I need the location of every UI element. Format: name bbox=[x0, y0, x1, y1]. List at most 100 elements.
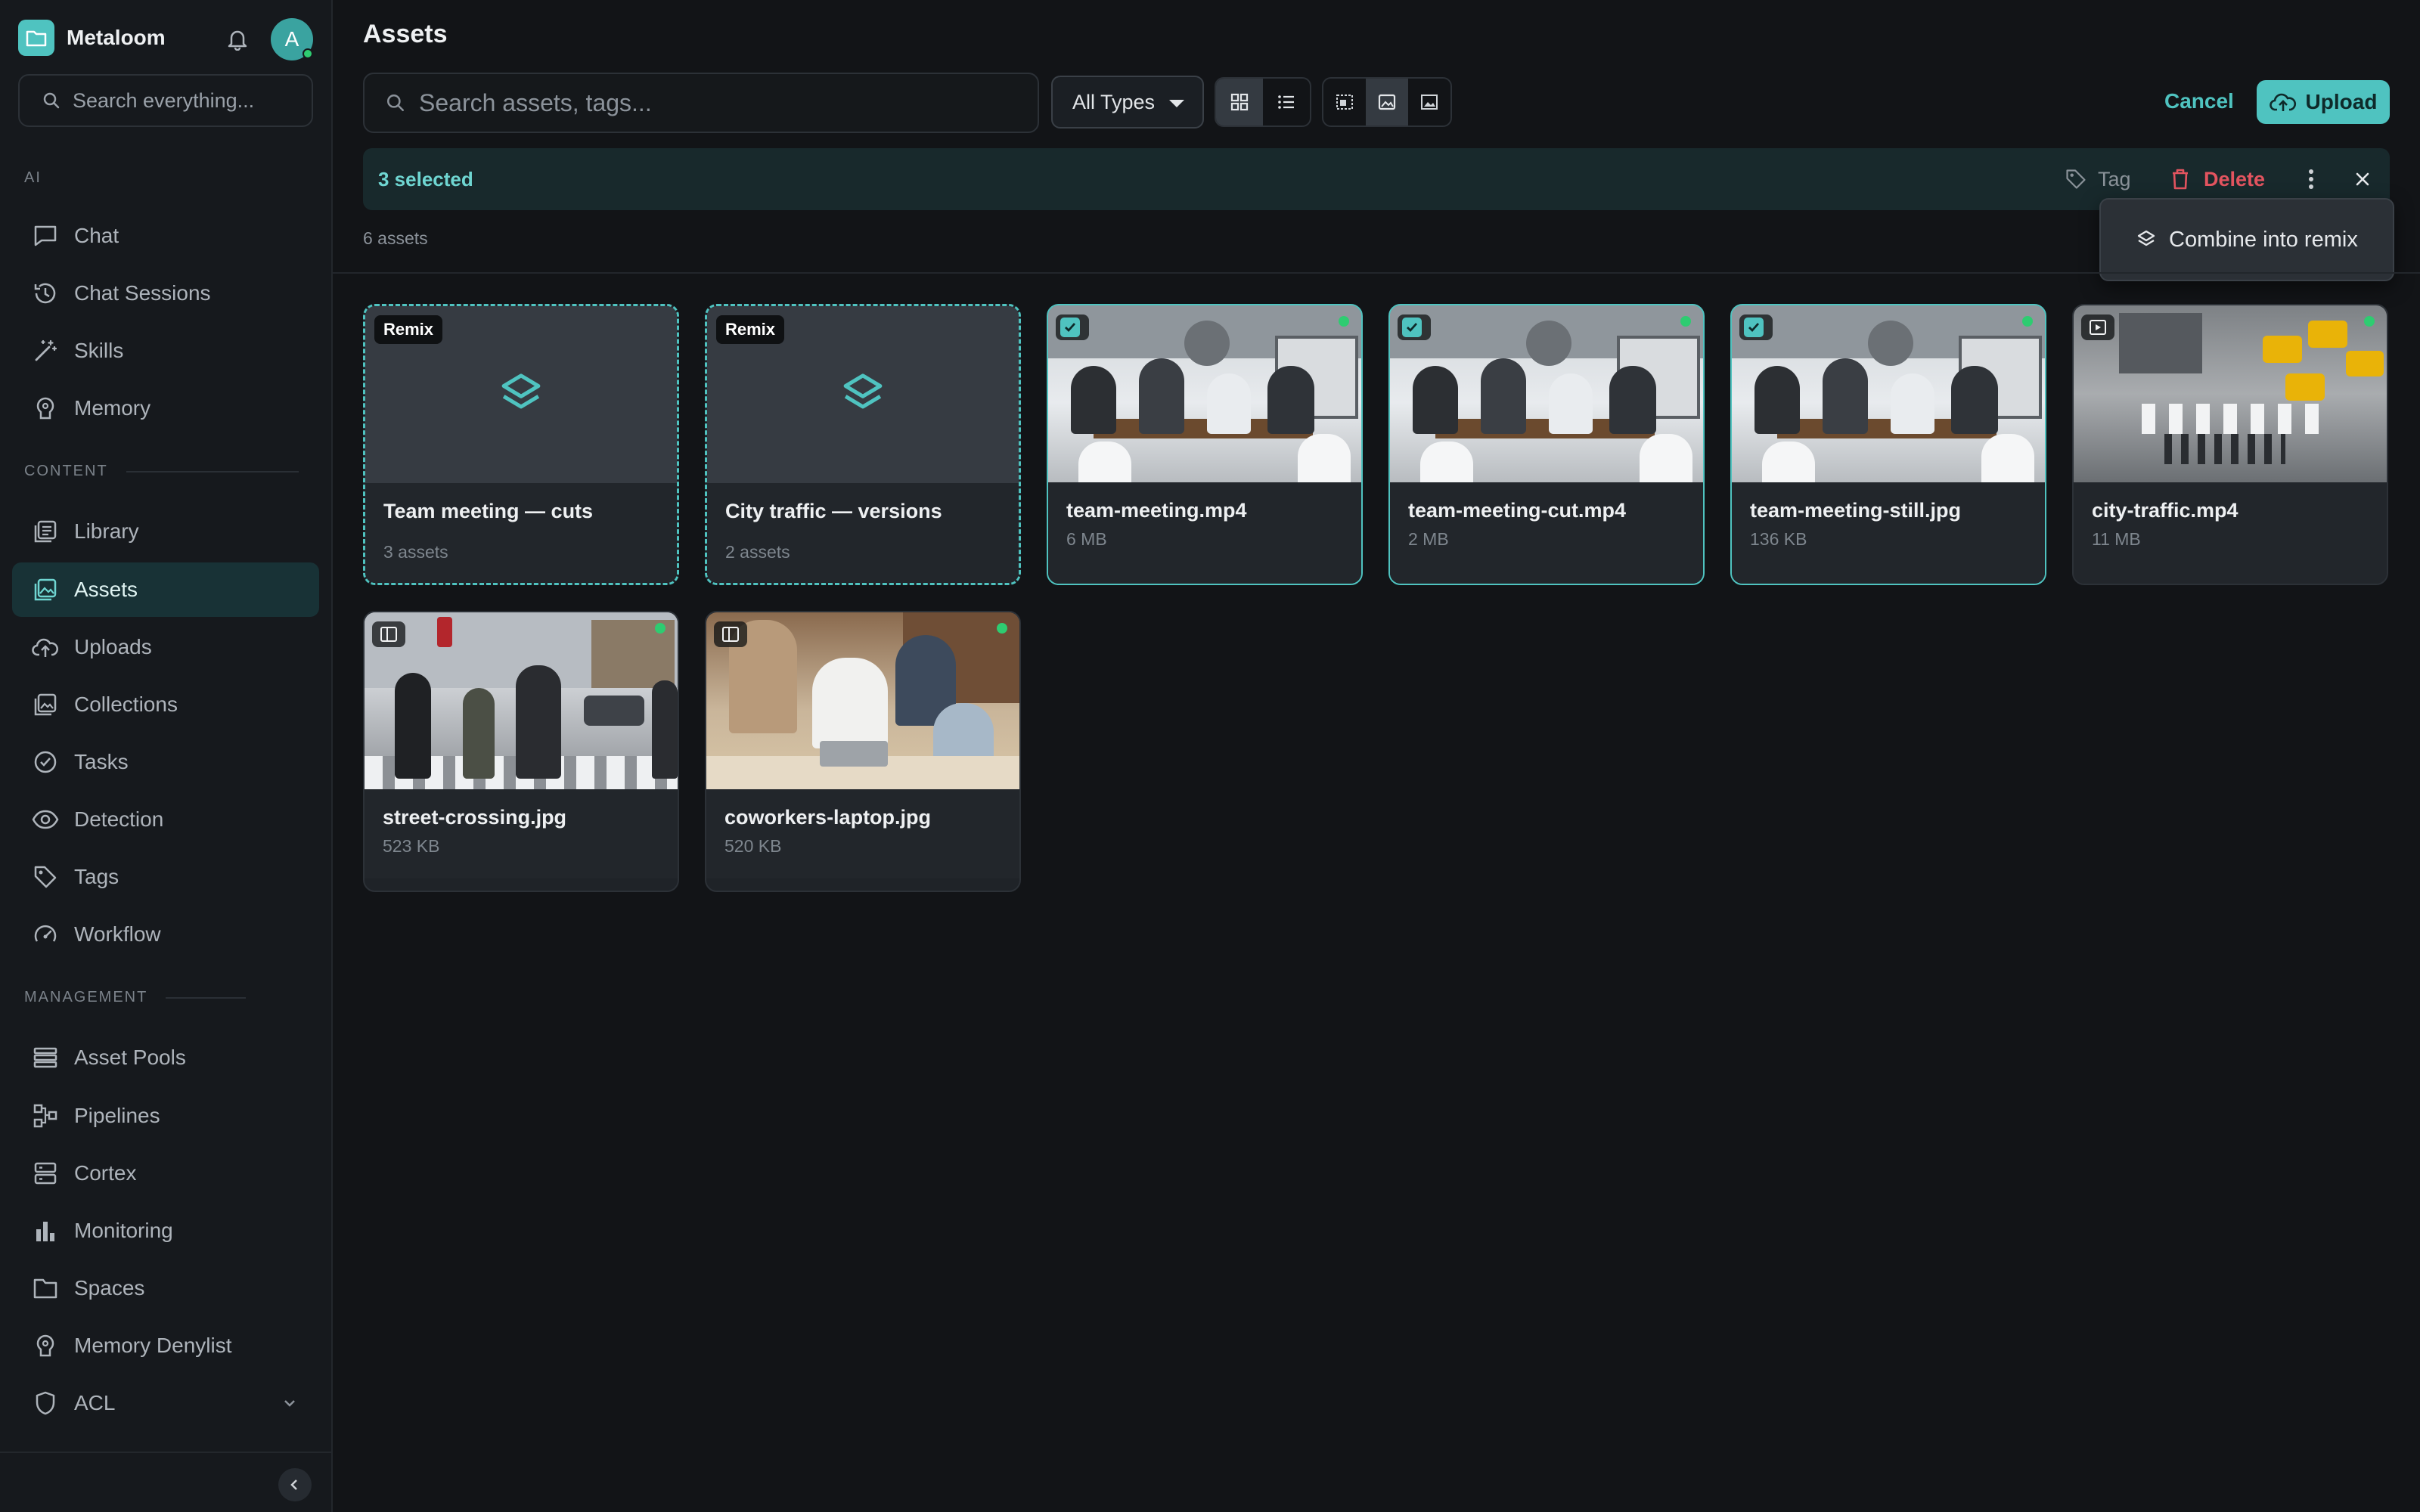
clear-selection-button[interactable] bbox=[2347, 163, 2378, 195]
header-divider bbox=[333, 272, 2420, 274]
sidebar-item-pipelines[interactable]: Pipelines bbox=[12, 1089, 319, 1143]
cancel-button[interactable]: Cancel bbox=[2164, 89, 2234, 113]
sidebar-item-chat-sessions[interactable]: Chat Sessions bbox=[12, 266, 319, 321]
search-icon bbox=[387, 94, 404, 111]
brain-icon bbox=[30, 393, 60, 423]
kebab-icon bbox=[2309, 169, 2313, 189]
card-size: 136 KB bbox=[1750, 529, 1807, 549]
card-meta: City traffic — versions 2 assets bbox=[707, 483, 1019, 583]
taxi bbox=[2308, 321, 2347, 348]
sidebar: Metaloom A Search everything... AI Chat … bbox=[0, 0, 333, 1512]
status-dot bbox=[1680, 316, 1691, 327]
sidebar-item-asset-pools[interactable]: Asset Pools bbox=[12, 1030, 319, 1085]
sidebar-item-tasks[interactable]: Tasks bbox=[12, 735, 319, 789]
global-search-input[interactable]: Search everything... bbox=[18, 74, 313, 127]
asset-card[interactable]: team-meeting-still.jpg 136 KB bbox=[1730, 304, 2046, 585]
asset-card[interactable]: coworkers-laptop.jpg 520 KB bbox=[705, 611, 1021, 892]
remix-thumbnail: Remix bbox=[365, 306, 677, 483]
chevron-down-icon[interactable] bbox=[281, 1393, 298, 1417]
collapse-sidebar-button[interactable] bbox=[278, 1468, 312, 1501]
sidebar-footer-divider bbox=[0, 1452, 333, 1453]
thumb-large-button[interactable] bbox=[1408, 79, 1450, 125]
collections-icon bbox=[30, 689, 60, 720]
sidebar-item-uploads[interactable]: Uploads bbox=[12, 620, 319, 674]
sidebar-item-assets[interactable]: Assets bbox=[12, 562, 319, 617]
remix-card[interactable]: Remix Team meeting — cuts 3 assets bbox=[363, 304, 679, 585]
asset-card[interactable]: street-crossing.jpg 523 KB bbox=[363, 611, 679, 892]
sidebar-item-acl[interactable]: ACL bbox=[12, 1376, 319, 1430]
combine-into-remix-menu-item[interactable]: Combine into remix bbox=[2099, 198, 2394, 281]
building bbox=[2119, 313, 2202, 373]
person bbox=[1071, 366, 1116, 434]
server-icon bbox=[30, 1158, 60, 1188]
sidebar-item-workflow[interactable]: Workflow bbox=[12, 907, 319, 962]
card-name: team-meeting.mp4 bbox=[1066, 499, 1247, 522]
list-view-button[interactable] bbox=[1263, 79, 1310, 125]
asset-search-input[interactable] bbox=[419, 88, 1009, 117]
card-name: City traffic — versions bbox=[725, 500, 942, 522]
bell-icon[interactable] bbox=[222, 24, 253, 54]
section-label-content-text: CONTENT bbox=[24, 463, 108, 479]
sidebar-item-cortex[interactable]: Cortex bbox=[12, 1146, 319, 1201]
sidebar-item-label: Chat bbox=[74, 224, 119, 247]
selection-checkbox[interactable] bbox=[1056, 314, 1089, 340]
tag-button[interactable]: Tag bbox=[2065, 163, 2131, 195]
sidebar-item-chat[interactable]: Chat bbox=[12, 209, 319, 263]
section-label-ai: AI bbox=[24, 169, 42, 187]
asset-card[interactable]: team-meeting.mp4 6 MB bbox=[1047, 304, 1363, 585]
layers-icon bbox=[2137, 230, 2155, 246]
eye-icon bbox=[30, 804, 60, 835]
person bbox=[1951, 366, 1998, 434]
sidebar-item-collections[interactable]: Collections bbox=[12, 677, 319, 732]
thumb-small-button[interactable] bbox=[1323, 79, 1366, 125]
taxi bbox=[2346, 351, 2384, 376]
upload-button[interactable]: Upload bbox=[2257, 80, 2390, 124]
person bbox=[516, 665, 561, 779]
selection-checkbox[interactable] bbox=[1398, 314, 1431, 340]
sidebar-item-skills[interactable]: Skills bbox=[12, 324, 319, 378]
sidebar-item-spaces[interactable]: Spaces bbox=[12, 1261, 319, 1315]
type-filter-select[interactable]: All Types bbox=[1051, 76, 1204, 129]
more-options-button[interactable] bbox=[2296, 163, 2326, 195]
remix-badge: Remix bbox=[374, 315, 443, 344]
thumb-medium-button[interactable] bbox=[1366, 79, 1408, 125]
cloud-upload-icon bbox=[30, 632, 60, 662]
asset-search-box[interactable] bbox=[363, 73, 1039, 133]
global-search-placeholder: Search everything... bbox=[73, 88, 255, 112]
selection-checkbox[interactable] bbox=[1739, 314, 1773, 340]
sidebar-item-memory[interactable]: Memory bbox=[12, 381, 319, 435]
person bbox=[933, 703, 994, 764]
sidebar-item-memory-denylist[interactable]: Memory Denylist bbox=[12, 1318, 319, 1373]
image-type-icon bbox=[714, 621, 747, 647]
sidebar-item-detection[interactable]: Detection bbox=[12, 792, 319, 847]
thumbnail-size-toggle bbox=[1322, 77, 1452, 127]
asset-card[interactable]: team-meeting-cut.mp4 2 MB bbox=[1388, 304, 1705, 585]
delete-button[interactable]: Delete bbox=[2170, 163, 2265, 195]
wand-icon bbox=[30, 336, 60, 366]
bar-chart-icon bbox=[30, 1216, 60, 1246]
card-size: 6 MB bbox=[1066, 529, 1107, 549]
app-name: Metaloom bbox=[67, 26, 166, 49]
asset-thumbnail bbox=[365, 612, 678, 789]
checkmark-icon bbox=[1060, 318, 1080, 337]
sidebar-item-tags[interactable]: Tags bbox=[12, 850, 319, 904]
section-divider bbox=[166, 996, 247, 999]
checkmark-icon bbox=[1744, 318, 1764, 337]
card-name: coworkers-laptop.jpg bbox=[724, 806, 932, 829]
chair bbox=[1640, 434, 1692, 482]
remix-card[interactable]: Remix City traffic — versions 2 assets bbox=[705, 304, 1021, 585]
brand[interactable]: Metaloom bbox=[18, 20, 166, 56]
asset-card[interactable]: city-traffic.mp4 11 MB bbox=[2072, 304, 2388, 585]
asset-thumbnail bbox=[1390, 305, 1703, 482]
sidebar-item-label: Pipelines bbox=[74, 1104, 160, 1127]
sidebar-item-library[interactable]: Library bbox=[12, 504, 319, 559]
status-dot bbox=[655, 623, 666, 634]
sidebar-item-label: Monitoring bbox=[74, 1219, 173, 1242]
layers-icon bbox=[501, 373, 541, 409]
type-filter-value: All Types bbox=[1072, 90, 1156, 113]
card-meta: team-meeting-cut.mp4 2 MB bbox=[1390, 482, 1703, 584]
sidebar-item-monitoring[interactable]: Monitoring bbox=[12, 1204, 319, 1258]
tag-label: Tag bbox=[2098, 167, 2131, 191]
avatar[interactable]: A bbox=[271, 18, 313, 60]
grid-view-button[interactable] bbox=[1216, 79, 1263, 125]
